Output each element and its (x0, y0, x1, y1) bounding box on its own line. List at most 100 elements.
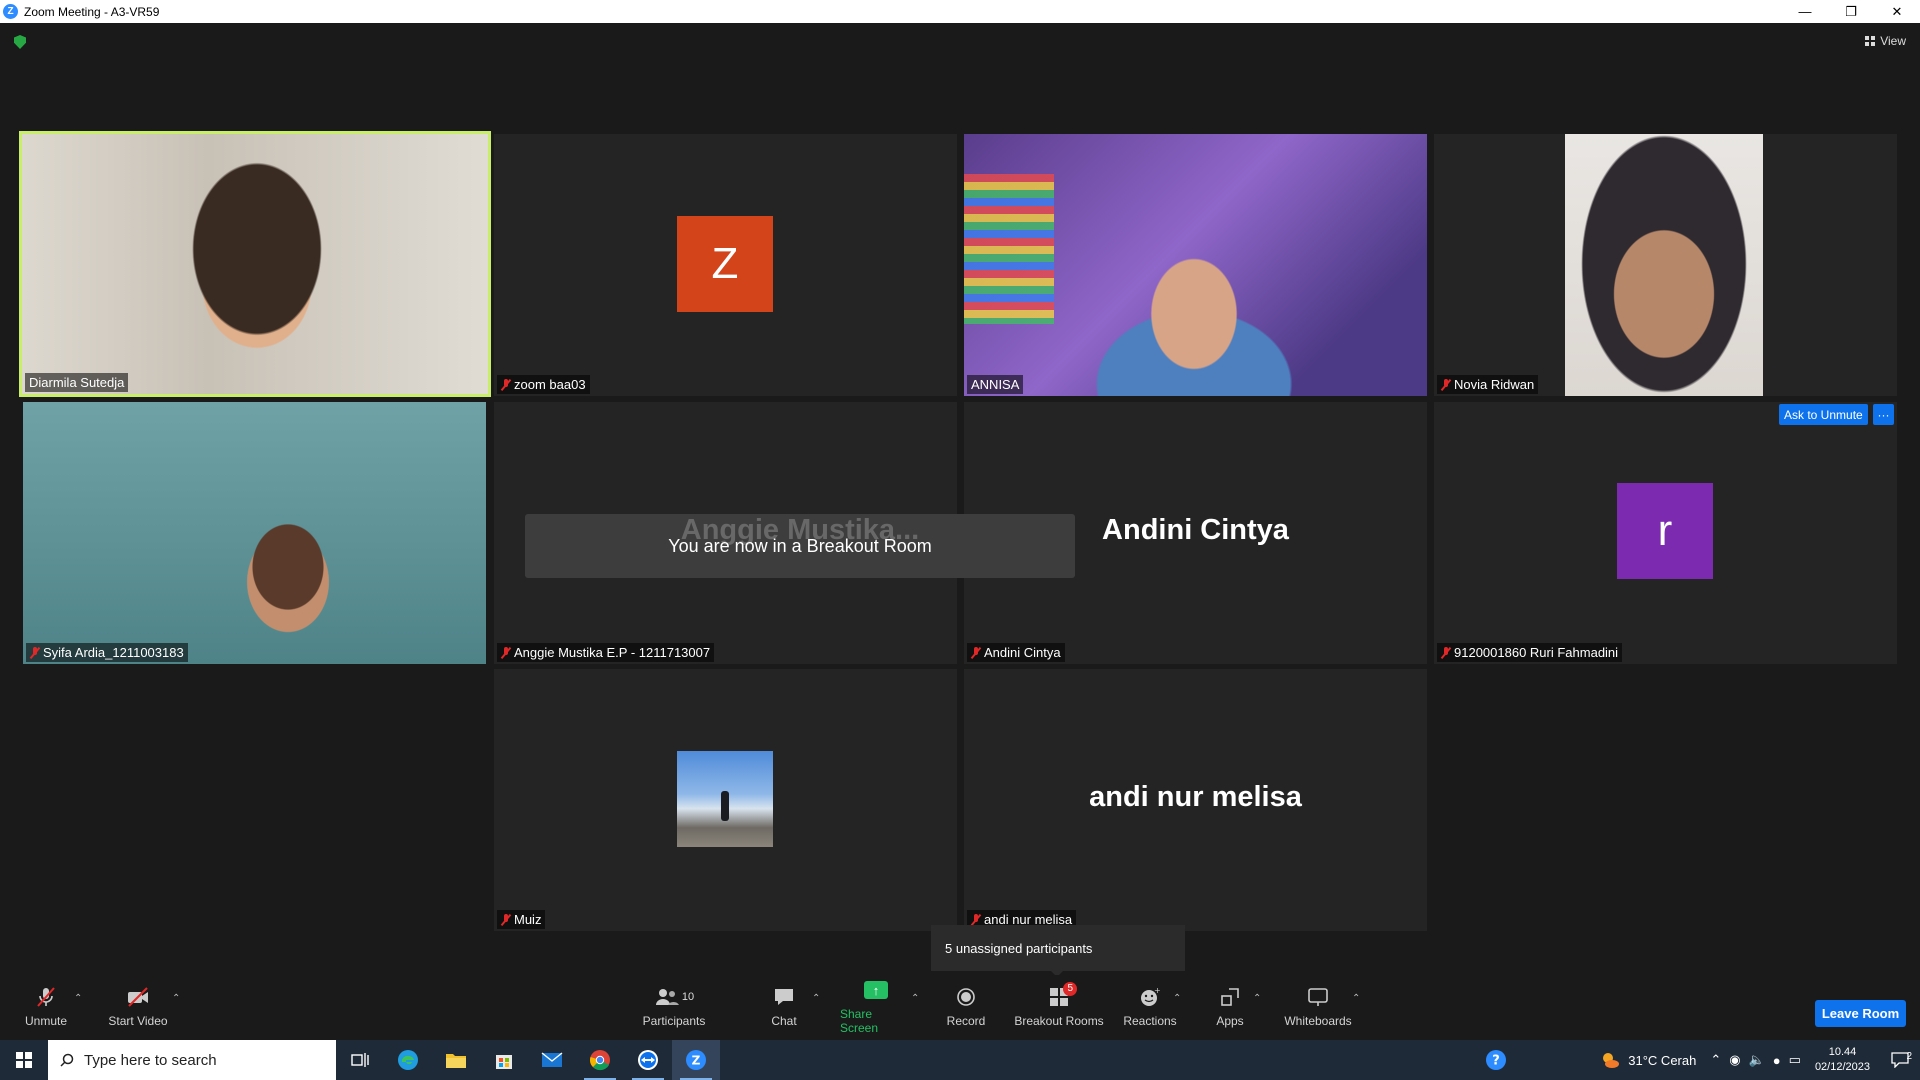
breakout-rooms-icon: 5 (1047, 982, 1077, 1008)
reactions-button[interactable]: + Reactions (1122, 975, 1178, 1039)
apps-button[interactable]: Apps (1210, 975, 1250, 1039)
window-titlebar: Z Zoom Meeting - A3-VR59 — ❐ ✕ (0, 0, 1920, 23)
whiteboards-label: Whiteboards (1284, 1014, 1352, 1028)
weather-text[interactable]: 31°C Cerah (1628, 1053, 1696, 1068)
mic-muted-icon (501, 913, 511, 926)
search-placeholder: Type here to search (84, 1051, 217, 1069)
tray-overflow-icon[interactable]: ⌃ (1710, 1052, 1721, 1068)
unmute-label: Unmute (24, 1014, 68, 1028)
restore-button[interactable]: ❐ (1828, 0, 1874, 23)
network-status-icon[interactable]: ◉ (1729, 1052, 1740, 1068)
window-title: Zoom Meeting - A3-VR59 (24, 4, 160, 19)
start-video-label: Start Video (108, 1014, 168, 1028)
audio-options-caret-icon[interactable]: ⌃ (74, 993, 82, 1004)
view-button[interactable]: View (1865, 34, 1906, 48)
chrome-icon[interactable] (576, 1040, 624, 1080)
video-tile-andi[interactable]: andi nur melisa andi nur melisa (964, 669, 1427, 931)
notification-center-button[interactable]: 2 (1880, 1051, 1920, 1068)
mic-muted-icon (971, 913, 981, 926)
video-tile-ruri[interactable]: r 9120001860 Ruri Fahmadini (1434, 402, 1897, 664)
notification-count: 2 (1906, 1051, 1912, 1062)
svg-text:+: + (1154, 986, 1161, 995)
clock-time: 10.44 (1828, 1046, 1857, 1058)
share-options-caret-icon[interactable]: ⌃ (911, 993, 919, 1004)
reactions-label: Reactions (1123, 1014, 1177, 1028)
video-tile-diarmila[interactable]: Diarmila Sutedja (19, 131, 491, 397)
whiteboard-options-caret-icon[interactable]: ⌃ (1352, 993, 1360, 1004)
participant-name: Novia Ridwan (1437, 375, 1539, 394)
chat-label: Chat (771, 1014, 797, 1028)
minimize-button[interactable]: — (1782, 0, 1828, 23)
video-options-caret-icon[interactable]: ⌃ (172, 993, 180, 1004)
participant-video (22, 134, 488, 394)
unassigned-participants-tooltip: 5 unassigned participants (931, 925, 1185, 977)
video-tile-syifa[interactable]: Syifa Ardia_1211003183 (23, 402, 486, 664)
participant-name: 9120001860 Ruri Fahmadini (1437, 643, 1623, 662)
start-button[interactable] (0, 1040, 48, 1080)
record-button[interactable]: Record (944, 975, 988, 1039)
edge-browser-icon[interactable] (384, 1040, 432, 1080)
breakout-rooms-label: Breakout Rooms (1014, 1014, 1104, 1028)
help-icon[interactable]: ? (1472, 1040, 1520, 1080)
breakout-room-toast: Anggie Mustika... You are now in a Break… (525, 514, 1075, 578)
view-label: View (1880, 34, 1906, 48)
windows-logo-icon (16, 1052, 32, 1068)
breakout-rooms-button[interactable]: 5 Breakout Rooms (1014, 975, 1104, 1039)
participant-avatar: Z (677, 216, 773, 312)
clock-date: 02/12/2023 (1814, 1061, 1870, 1073)
svg-text:?: ? (1492, 1054, 1500, 1069)
participants-label: Participants (642, 1014, 706, 1028)
participants-icon: 10 (652, 986, 696, 1008)
window-controls: — ❐ ✕ (1782, 0, 1920, 23)
taskbar-search[interactable]: Type here to search (48, 1040, 336, 1080)
system-tray: ? 31°C Cerah ⌃ ◉ 🔈 ● ▭ 10.44 02/12/2023 … (1472, 1040, 1920, 1080)
chat-options-caret-icon[interactable]: ⌃ (812, 993, 820, 1004)
video-tile-zoom-baa03[interactable]: Z zoom baa03 (494, 134, 957, 396)
zoom-app-icon[interactable]: Z (672, 1040, 720, 1080)
task-view-icon[interactable] (336, 1040, 384, 1080)
chat-button[interactable]: Chat (764, 975, 804, 1039)
reactions-options-caret-icon[interactable]: ⌃ (1173, 993, 1181, 1004)
mail-icon[interactable] (528, 1040, 576, 1080)
video-tile-novia[interactable]: Novia Ridwan (1434, 134, 1897, 396)
display-icon[interactable]: ▭ (1789, 1052, 1801, 1068)
video-tile-muiz[interactable]: Muiz (494, 669, 957, 931)
toast-message: You are now in a Breakout Room (668, 536, 932, 556)
microsoft-store-icon[interactable] (480, 1040, 528, 1080)
windows-taskbar: Type here to search Z ? 31°C Cerah ⌃ ◉ 🔈… (0, 1040, 1920, 1080)
weather-icon (1603, 1053, 1620, 1068)
more-options-button[interactable]: ··· (1873, 404, 1894, 425)
leave-room-button[interactable]: Leave Room (1815, 1000, 1906, 1027)
zoom-logo-icon: Z (3, 4, 18, 19)
whiteboards-button[interactable]: Whiteboards (1280, 975, 1356, 1039)
unmute-button[interactable]: Unmute (22, 975, 70, 1039)
participant-name: Syifa Ardia_1211003183 (26, 643, 188, 662)
speaker-icon[interactable]: 🔈 (1749, 1052, 1765, 1068)
ask-to-unmute-button[interactable]: Ask to Unmute (1779, 404, 1868, 425)
teamviewer-icon[interactable] (624, 1040, 672, 1080)
security-shield-icon[interactable] (14, 35, 26, 49)
start-video-button[interactable]: Start Video (106, 975, 170, 1039)
microphone-icon[interactable]: ● (1773, 1053, 1781, 1068)
mic-muted-icon (971, 646, 981, 659)
participants-button[interactable]: 10 Participants (640, 975, 708, 1039)
participants-count: 10 (681, 991, 695, 1003)
participant-name: Andini Cintya (967, 643, 1065, 662)
share-screen-button[interactable]: ↑ Share Screen (840, 975, 912, 1039)
share-screen-label: Share Screen (840, 1007, 879, 1035)
mic-muted-icon (1441, 646, 1451, 659)
whiteboard-icon (1306, 986, 1330, 1008)
record-icon (954, 986, 978, 1008)
participant-avatar: r (1617, 483, 1713, 579)
close-button[interactable]: ✕ (1874, 0, 1920, 23)
video-tile-annisa[interactable]: ANNISA (964, 134, 1427, 396)
participant-video (23, 402, 486, 664)
svg-text:Z: Z (692, 1054, 701, 1068)
participant-display-name: andi nur melisa (1089, 781, 1302, 813)
participant-video (964, 134, 1427, 396)
share-screen-icon: ↑ (864, 979, 888, 1001)
apps-options-caret-icon[interactable]: ⌃ (1253, 993, 1261, 1004)
mic-off-icon (34, 986, 58, 1008)
clock[interactable]: 10.44 02/12/2023 (1815, 1045, 1870, 1075)
file-explorer-icon[interactable] (432, 1040, 480, 1080)
